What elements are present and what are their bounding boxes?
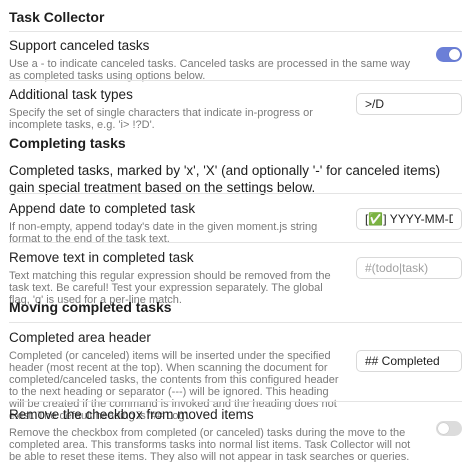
additional-task-types-input[interactable] — [356, 93, 462, 115]
setting-remove-text: Remove text in completed task Text match… — [9, 250, 462, 306]
divider — [9, 401, 462, 402]
toggle-knob — [449, 49, 460, 60]
setting-description: Remove the checkbox from completed (or c… — [9, 427, 411, 462]
setting-info: Support canceled tasks Use a - to indica… — [9, 38, 419, 82]
divider — [9, 80, 462, 81]
plugin-title: Task Collector — [9, 9, 105, 25]
append-date-format-input[interactable] — [356, 208, 462, 230]
setting-info: Append date to completed task If non-emp… — [9, 201, 344, 245]
setting-info: Remove text in completed task Text match… — [9, 250, 344, 306]
completed-area-header-input[interactable] — [356, 350, 462, 372]
divider — [9, 242, 462, 243]
section-heading-moving: Moving completed tasks — [9, 299, 172, 315]
setting-description: Use a - to indicate canceled tasks. Canc… — [9, 58, 411, 82]
setting-name: Support canceled tasks — [9, 38, 150, 53]
completing-description: Completed tasks, marked by 'x', 'X' (and… — [9, 163, 441, 195]
setting-name: Remove the checkbox from moved items — [9, 407, 254, 422]
remove-text-regex-input[interactable] — [356, 257, 462, 279]
toggle-knob — [438, 423, 449, 434]
divider — [9, 31, 462, 32]
setting-name: Completed area header — [9, 330, 151, 345]
support-canceled-toggle[interactable] — [436, 47, 462, 62]
setting-support-canceled: Support canceled tasks Use a - to indica… — [9, 38, 462, 82]
setting-additional-task-types: Additional task types Specify the set of… — [9, 87, 462, 131]
setting-name: Append date to completed task — [9, 201, 196, 216]
setting-info: Remove the checkbox from moved items Rem… — [9, 407, 419, 462]
divider — [9, 322, 462, 323]
setting-completed-area-header: Completed area header Completed (or canc… — [9, 330, 462, 422]
setting-info: Additional task types Specify the set of… — [9, 87, 344, 131]
setting-append-date: Append date to completed task If non-emp… — [9, 201, 462, 245]
setting-name: Additional task types — [9, 87, 133, 102]
setting-name: Remove text in completed task — [9, 250, 194, 265]
divider — [9, 193, 462, 194]
section-heading-completing: Completing tasks — [9, 135, 126, 151]
settings-page: Task Collector Support canceled tasks Us… — [0, 0, 474, 462]
remove-checkbox-toggle[interactable] — [436, 421, 462, 436]
setting-remove-checkbox: Remove the checkbox from moved items Rem… — [9, 407, 462, 462]
setting-description: Specify the set of single characters tha… — [9, 107, 313, 131]
